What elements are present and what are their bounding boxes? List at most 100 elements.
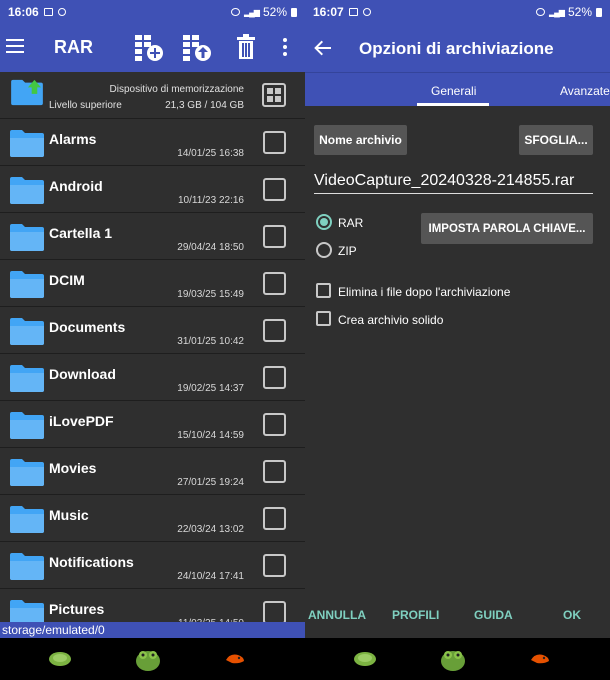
select-checkbox[interactable] xyxy=(263,272,286,295)
set-password-button[interactable]: IMPOSTA PAROLA CHIAVE... xyxy=(421,213,593,244)
active-tab-indicator xyxy=(417,103,489,106)
alarm-icon xyxy=(230,8,240,16)
folder-name: Download xyxy=(49,366,116,382)
status-bar: 16:07 ▂▄▆ 52% xyxy=(305,0,610,24)
folder-name: Cartella 1 xyxy=(49,225,113,241)
folder-icon xyxy=(10,412,44,439)
folder-name: Documents xyxy=(49,319,126,335)
rar-file-browser: 16:06 ▂▄▆ 52% RAR Dispositivo di memoriz… xyxy=(0,0,305,638)
more-options-icon[interactable] xyxy=(282,38,288,58)
folder-row[interactable]: Documents 31/01/25 10:42 xyxy=(0,307,305,354)
back-icon[interactable] xyxy=(224,652,246,666)
folder-row[interactable]: Cartella 1 29/04/24 18:50 xyxy=(0,213,305,260)
status-time: 16:07 xyxy=(313,5,344,19)
folder-icon xyxy=(10,506,44,533)
folder-date: 14/01/25 16:38 xyxy=(177,148,244,159)
folder-row[interactable]: Alarms 14/01/25 16:38 xyxy=(0,119,305,166)
battery-percent: 52% xyxy=(262,5,287,19)
folder-icon xyxy=(10,177,44,204)
folder-row[interactable]: Music 22/03/24 13:02 xyxy=(0,495,305,542)
parent-folder-row[interactable]: Dispositivo di memorizzazione Livello su… xyxy=(0,72,305,119)
select-checkbox[interactable] xyxy=(263,460,286,483)
recent-apps-icon[interactable] xyxy=(353,651,377,667)
gallery-notification-icon xyxy=(348,8,358,16)
storage-label: Dispositivo di memorizzazione xyxy=(109,84,245,95)
zip-radio-label: ZIP xyxy=(338,244,357,258)
rar-radio[interactable] xyxy=(316,214,332,230)
signal-icon: ▂▄▆ xyxy=(243,7,260,17)
rar-radio-label: RAR xyxy=(338,216,364,230)
help-button[interactable]: GUIDA xyxy=(474,608,513,622)
select-checkbox[interactable] xyxy=(263,225,286,248)
add-to-archive-icon[interactable] xyxy=(134,34,164,62)
solid-archive-label: Crea archivio solido xyxy=(338,313,444,327)
folder-row[interactable]: Notifications 24/10/24 17:41 xyxy=(0,542,305,589)
folder-icon xyxy=(10,459,44,486)
back-arrow-icon[interactable] xyxy=(313,38,333,58)
select-checkbox[interactable] xyxy=(263,131,286,154)
folder-row[interactable]: iLovePDF 15/10/24 14:59 xyxy=(0,401,305,448)
parent-folder-icon xyxy=(11,79,43,106)
ok-button[interactable]: OK xyxy=(563,608,581,622)
folder-date: 27/01/25 19:24 xyxy=(177,477,244,488)
folder-icon xyxy=(10,365,44,392)
folder-icon xyxy=(10,271,44,298)
storage-size: 21,3 GB / 104 GB xyxy=(165,100,244,111)
navigation-bar-left xyxy=(0,638,305,680)
folder-icon xyxy=(10,553,44,580)
folder-date: 29/04/24 18:50 xyxy=(177,242,244,253)
select-checkbox[interactable] xyxy=(263,554,286,577)
cancel-button[interactable]: ANNULLA xyxy=(308,608,366,622)
alarm-icon xyxy=(535,8,545,16)
select-checkbox[interactable] xyxy=(263,601,286,622)
folder-name: DCIM xyxy=(49,272,85,288)
tab-generali[interactable]: Generali xyxy=(431,84,476,98)
folder-date: 22/03/24 13:02 xyxy=(177,524,244,535)
zip-radio[interactable] xyxy=(316,242,332,258)
profiles-button[interactable]: PROFILI xyxy=(392,608,439,622)
tab-bar: Generali Avanzate xyxy=(305,72,610,106)
folder-date: 24/10/24 17:41 xyxy=(177,571,244,582)
link-notification-icon xyxy=(362,8,371,16)
extract-archive-icon[interactable] xyxy=(182,34,212,62)
solid-archive-checkbox[interactable] xyxy=(316,311,331,326)
select-checkbox[interactable] xyxy=(263,507,286,530)
folder-row[interactable]: Android 10/11/23 22:16 xyxy=(0,166,305,213)
folder-icon xyxy=(10,318,44,345)
select-checkbox[interactable] xyxy=(263,319,286,342)
folder-name: Notifications xyxy=(49,554,134,570)
folder-icon xyxy=(10,130,44,157)
archive-filename-input[interactable]: VideoCapture_20240328-214855.rar xyxy=(314,172,593,194)
archive-options-dialog: 16:07 ▂▄▆ 52% Opzioni di archiviazione G… xyxy=(305,0,610,638)
folder-icon xyxy=(10,224,44,251)
back-icon[interactable] xyxy=(529,652,551,666)
select-checkbox[interactable] xyxy=(263,366,286,389)
folder-name: Movies xyxy=(49,460,97,476)
battery-icon xyxy=(596,7,602,17)
battery-icon xyxy=(291,7,297,17)
app-bar: RAR xyxy=(0,24,305,72)
signal-icon: ▂▄▆ xyxy=(548,7,565,17)
select-checkbox[interactable] xyxy=(263,413,286,436)
folder-date: 19/02/25 14:37 xyxy=(177,383,244,394)
archive-name-button[interactable]: Nome archivio xyxy=(314,125,407,155)
folder-row[interactable]: DCIM 19/03/25 15:49 xyxy=(0,260,305,307)
folder-name: Alarms xyxy=(49,131,97,147)
folder-date: 10/11/23 22:16 xyxy=(178,195,244,206)
tab-avanzate[interactable]: Avanzate xyxy=(560,84,610,98)
folder-name: Android xyxy=(49,178,103,194)
recent-apps-icon[interactable] xyxy=(48,651,72,667)
gallery-notification-icon xyxy=(43,8,53,16)
home-icon[interactable] xyxy=(134,646,162,672)
select-checkbox[interactable] xyxy=(263,178,286,201)
folder-row[interactable]: Pictures11/03/25 14:50 xyxy=(0,589,305,622)
folder-row[interactable]: Movies 27/01/25 19:24 xyxy=(0,448,305,495)
menu-icon[interactable] xyxy=(6,39,24,55)
browse-button[interactable]: SFOGLIA... xyxy=(519,125,593,155)
parent-level-label: Livello superiore xyxy=(49,100,122,111)
folder-row[interactable]: Download 19/02/25 14:37 xyxy=(0,354,305,401)
grid-view-icon[interactable] xyxy=(262,83,286,107)
delete-after-archiving-checkbox[interactable] xyxy=(316,283,331,298)
delete-icon[interactable] xyxy=(236,34,256,60)
home-icon[interactable] xyxy=(439,646,467,672)
